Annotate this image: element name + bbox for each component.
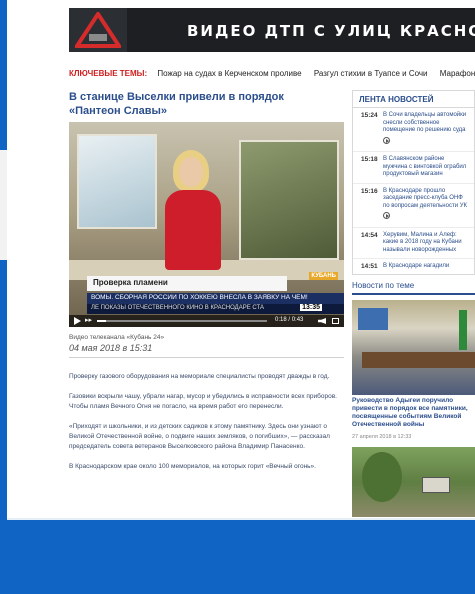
video-ticker: ВОМЫ. СБОРНАЯ РОССИИ ПО ХОККЕЮ ВНЕСЛА В … <box>87 293 344 304</box>
photo-screen <box>358 308 388 330</box>
video-progress-fill <box>97 320 106 322</box>
news-time: 15:16 <box>361 187 378 195</box>
video-duration: 0:43 <box>291 317 304 323</box>
news-item[interactable]: 15:16 В Краснодаре прошло заседание прес… <box>353 184 474 228</box>
video-time: 0:18 / 0:43 <box>275 317 303 323</box>
page-content: ВИДЕО ДТП С УЛИЦ КРАСНОДАРА КЛЮЧЕВЫЕ ТЕМ… <box>7 0 475 520</box>
topic-link[interactable]: Пожар на судах в Керченском проливе <box>157 69 301 78</box>
news-feed-header[interactable]: ЛЕНТА НОВОСТЕЙ <box>353 91 474 108</box>
video-lower-third: Проверка пламени <box>87 276 287 291</box>
news-anchor-dress <box>165 190 221 270</box>
related-news-header: Новости по теме <box>352 281 475 295</box>
news-anchor-face <box>179 157 203 187</box>
news-item[interactable]: 15:24 В Сочи владельцы автомойки снесли … <box>353 108 474 152</box>
news-headline[interactable]: В Славянском районе мужчина с винтовкой … <box>383 156 470 179</box>
studio-screen <box>77 134 157 229</box>
article-paragraph: Газовики вскрыли чашу, убрали нагар, мус… <box>69 393 337 410</box>
topic-link[interactable]: Разгул стихии в Туапсе и Сочи <box>314 69 428 78</box>
video-elapsed: 0:18 <box>275 317 287 323</box>
video-progress-bar[interactable] <box>97 320 267 322</box>
play-icon[interactable] <box>74 317 81 325</box>
news-headline[interactable]: Херувим, Малина и Алеф: какие в 2018 год… <box>383 232 470 255</box>
video-source: Видео телеканала «Кубань 24» <box>69 334 165 341</box>
article-body: Проверку газового оборудования на мемори… <box>69 372 341 482</box>
article-title: В станице Выселки привели в порядок «Пан… <box>69 91 284 117</box>
article-paragraph: В Краснодарском крае около 100 мемориало… <box>69 463 316 470</box>
volume-icon[interactable] <box>318 318 326 324</box>
key-topics-bar: КЛЮЧЕВЫЕ ТЕМЫ: Пожар на судах в Керченск… <box>69 69 475 78</box>
news-feed: ЛЕНТА НОВОСТЕЙ 15:24 В Сочи владельцы ав… <box>352 90 475 275</box>
news-time: 15:18 <box>361 156 378 163</box>
photo-table <box>362 352 475 368</box>
video-clock: 13:35 <box>300 304 322 311</box>
article-paragraph: Проверку газового оборудования на мемори… <box>69 373 330 380</box>
news-time: 14:54 <box>361 231 378 239</box>
fullscreen-icon[interactable] <box>332 318 339 324</box>
photo-tree <box>362 452 402 502</box>
article-paragraph: «Приходят и школьники, и из детских сади… <box>69 423 330 450</box>
video-controls: ▸▸ 0:18 / 0:43 <box>69 315 344 327</box>
related-news-image[interactable] <box>352 447 475 517</box>
topic-link[interactable]: Марафон «Кр <box>440 69 475 78</box>
studio-screen <box>239 140 339 260</box>
news-headline[interactable]: В Сочи владельцы автомойки снесли собств… <box>383 112 470 135</box>
warning-triangle-icon <box>69 8 127 52</box>
channel-bug: КУБАНЬ <box>309 272 338 280</box>
news-headline[interactable]: В Краснодаре прошло заседание пресс-клуб… <box>383 188 470 211</box>
photo-flag <box>459 310 467 350</box>
footer-panel <box>7 520 475 594</box>
related-news-title[interactable]: Руководство Адыгеи поручило привести в п… <box>352 397 475 429</box>
photo-sign <box>422 477 450 493</box>
article-date: 04 мая 2018 в 15:31 <box>69 343 153 353</box>
left-edge-strip <box>0 150 7 260</box>
skip-forward-icon[interactable]: ▸▸ <box>85 317 92 325</box>
video-camera-icon <box>383 136 390 144</box>
news-headline[interactable]: В Краснодаре нагадили <box>383 263 449 271</box>
divider <box>69 357 344 358</box>
ad-banner[interactable]: ВИДЕО ДТП С УЛИЦ КРАСНОДАРА <box>69 8 475 52</box>
news-item[interactable]: 14:51 В Краснодаре нагадили <box>353 259 474 274</box>
related-news-date: 27 апреля 2018 в 12:33 <box>352 434 412 440</box>
related-news-image[interactable] <box>352 300 475 395</box>
news-time: 14:51 <box>361 263 378 270</box>
key-topics-label: КЛЮЧЕВЫЕ ТЕМЫ: <box>69 69 148 78</box>
video-player[interactable]: КУБАНЬ Проверка пламени ВОМЫ. СБОРНАЯ РО… <box>69 122 344 327</box>
video-camera-icon <box>383 212 390 219</box>
news-time: 15:24 <box>361 112 378 119</box>
banner-title: ВИДЕО ДТП С УЛИЦ КРАСНОДАРА <box>187 22 475 40</box>
news-item[interactable]: 15:18 В Славянском районе мужчина с винт… <box>353 152 474 184</box>
news-item[interactable]: 14:54 Херувим, Малина и Алеф: какие в 20… <box>353 228 474 259</box>
